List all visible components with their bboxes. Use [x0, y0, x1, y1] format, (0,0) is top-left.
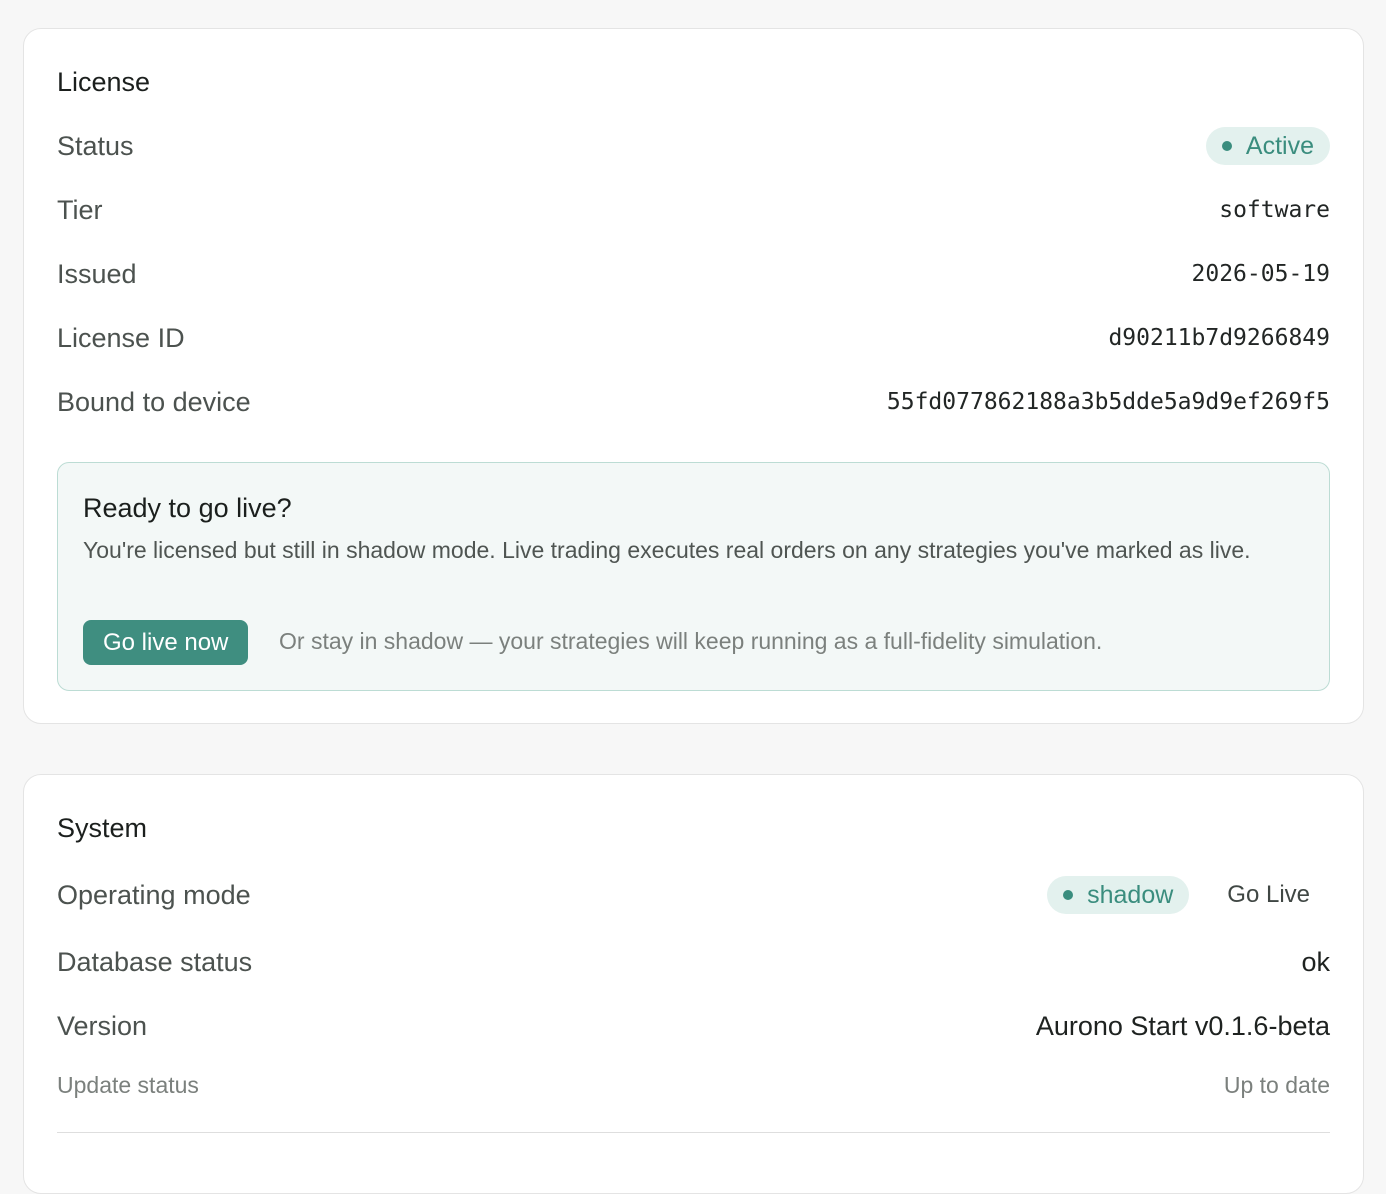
database-status-row: Database status ok — [57, 942, 1330, 982]
license-title: License — [57, 67, 151, 97]
update-status-value: Up to date — [1223, 1071, 1330, 1098]
tier-value: software — [1219, 197, 1330, 223]
operating-mode-value: shadow — [1087, 880, 1174, 909]
version-label: Version — [57, 1010, 148, 1041]
issued-row: Issued 2026-05-19 — [57, 254, 1330, 294]
license-card: License Status Active Tier software Issu… — [23, 28, 1364, 724]
update-status-row: Update status Up to date — [57, 1065, 1330, 1105]
issued-value: 2026-05-19 — [1191, 261, 1330, 287]
tier-label: Tier — [57, 194, 103, 225]
divider — [57, 1132, 1330, 1133]
issued-label: Issued — [57, 258, 137, 289]
system-card: System Operating mode shadow Go Live Dat… — [23, 774, 1364, 1194]
license-id-value: d90211b7d9266849 — [1108, 325, 1330, 351]
version-value: Aurono Start v0.1.6-beta — [1035, 1010, 1330, 1041]
operating-mode-badge: shadow — [1047, 876, 1190, 914]
go-live-title: Ready to go live? — [83, 493, 292, 523]
license-id-row: License ID d90211b7d9266849 — [57, 318, 1330, 358]
status-dot-icon — [1221, 141, 1232, 151]
version-row: Version Aurono Start v0.1.6-beta — [57, 1006, 1330, 1046]
mode-dot-icon — [1063, 890, 1074, 900]
update-status-label: Update status — [57, 1071, 199, 1098]
operating-mode-controls: shadow Go Live — [1047, 875, 1330, 915]
go-live-note: Or stay in shadow — your strategies will… — [279, 628, 1103, 654]
bound-device-label: Bound to device — [57, 386, 251, 417]
status-label: Status — [57, 130, 134, 161]
status-value: Active — [1245, 131, 1314, 160]
tier-row: Tier software — [57, 190, 1330, 230]
database-status-value: ok — [1301, 946, 1330, 977]
license-id-label: License ID — [57, 322, 185, 353]
go-live-description: You're licensed but still in shadow mode… — [83, 537, 1251, 563]
go-live-button[interactable]: Go Live — [1207, 875, 1330, 915]
system-title: System — [57, 813, 148, 843]
status-row: Status Active — [57, 126, 1330, 166]
bound-device-value: 55fd077862188a3b5dde5a9d9ef269f5 — [886, 389, 1330, 415]
go-live-now-button[interactable]: Go live now — [83, 620, 249, 665]
database-status-label: Database status — [57, 946, 253, 977]
go-live-panel: Ready to go live? You're licensed but st… — [57, 462, 1330, 691]
operating-mode-label: Operating mode — [57, 879, 251, 910]
operating-mode-row: Operating mode shadow Go Live — [57, 875, 1330, 915]
status-badge: Active — [1205, 127, 1330, 165]
bound-device-row: Bound to device 55fd077862188a3b5dde5a9d… — [57, 382, 1330, 422]
